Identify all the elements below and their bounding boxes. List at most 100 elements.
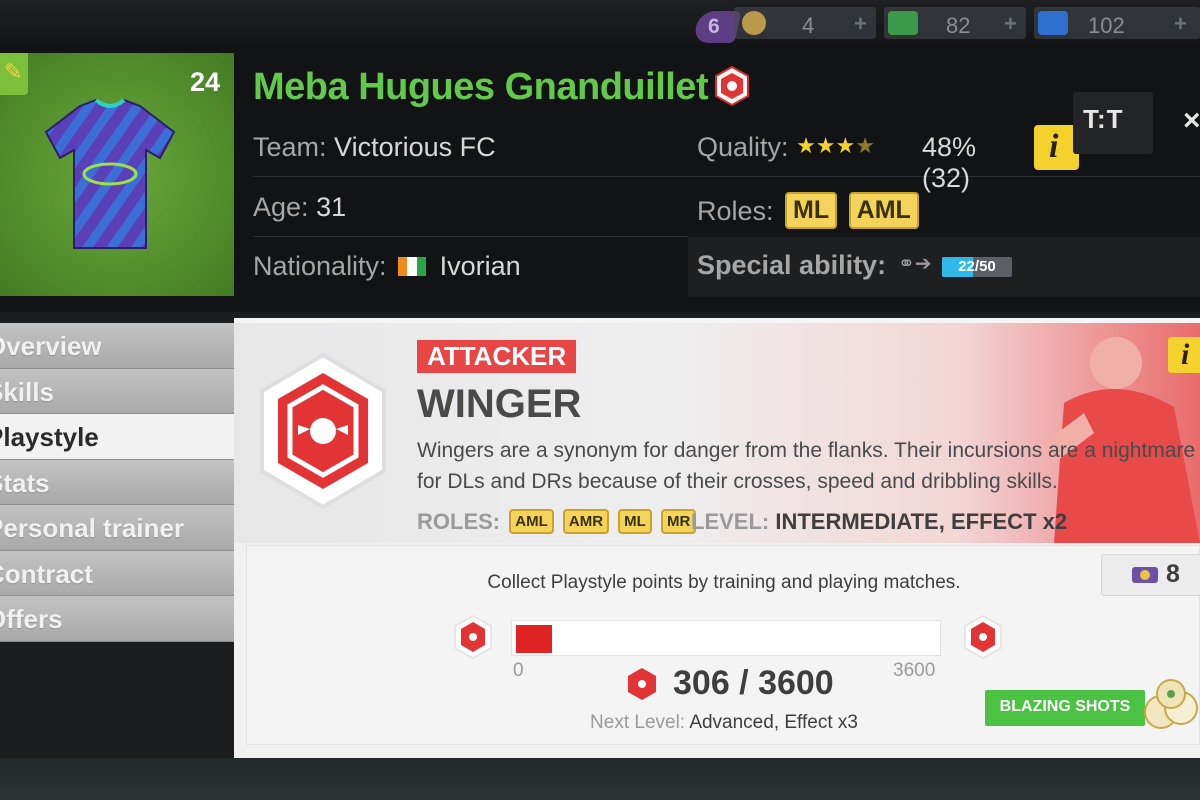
quality-stars-icon: ★★★★ [796, 133, 875, 158]
playstyle-roles: ROLES: AML AMR ML MR [417, 509, 697, 535]
special-ability-row[interactable]: Special ability: ⚭➔ 22/50 [688, 237, 1200, 297]
playstyle-progress-fill [516, 625, 552, 653]
role-chip: ML [785, 192, 838, 229]
age-value: 31 [316, 192, 347, 222]
training-value: 4 [802, 13, 815, 38]
shirt-number: 24 [190, 67, 221, 97]
stopwatch-icon [888, 11, 918, 35]
role-chip: AML [509, 509, 554, 534]
sidebar-item-label: Offers [0, 604, 63, 634]
info-icon: i [1049, 128, 1059, 165]
sidebar-item-label: Contract [0, 558, 93, 589]
role-chip: ML [618, 509, 652, 534]
pencil-icon: ✎ [4, 59, 23, 84]
edit-button[interactable]: ✎ [0, 53, 28, 95]
level-value: INTERMEDIATE, EFFECT x2 [775, 509, 1068, 534]
special-progress-text: 22/50 [958, 258, 996, 275]
progress-max: 3600 [893, 660, 936, 681]
info-icon: i [1181, 338, 1190, 371]
winger-playstyle-icon [715, 66, 749, 106]
sidebar-item-skills[interactable]: Skills [0, 368, 234, 414]
playstyle-progress-panel: Collect Playstyle points by training and… [246, 545, 1200, 745]
sidebar-item-playstyle[interactable]: Playstyle [0, 414, 234, 460]
playstyle-info-button[interactable]: i [1168, 337, 1200, 373]
team-label: Team: [253, 132, 327, 162]
sidebar-item-offers[interactable]: Offers [0, 596, 234, 642]
player-header: ✎ 24 Meba Hugues Gnanduillet Team: Victo… [0, 44, 1200, 312]
playstyle-level: LEVEL: INTERMEDIATE, EFFECT x2 [691, 509, 1067, 535]
sidebar-item-label: Overview [0, 331, 102, 361]
team-name[interactable]: Victorious FC [334, 132, 496, 162]
blazing-shots-label: BLAZING SHOTS [999, 698, 1131, 715]
sidebar-item-label: Playstyle [0, 422, 99, 452]
role-chip: AMR [562, 509, 610, 534]
current-level-icon [454, 614, 492, 660]
quality-label: Quality: [697, 132, 789, 162]
roles-row: Roles: ML AML [697, 192, 919, 229]
level-label: LEVEL: [691, 509, 770, 534]
special-ability-label: Special ability: [697, 250, 887, 280]
player-sidebar: Overview Skills Playstyle Stats Personal… [0, 323, 234, 642]
special-ability-icon: ⚭➔ [898, 253, 932, 275]
energy-resource[interactable]: 102 + [1034, 7, 1200, 39]
badge-count: 6 [708, 15, 720, 38]
roles-label: Roles: [697, 196, 774, 226]
playstyle-category: ATTACKER [417, 340, 577, 373]
roles-label: ROLES: [417, 509, 501, 534]
divider [253, 176, 1200, 177]
close-button[interactable]: × [1183, 104, 1200, 138]
add-stopwatch-button[interactable]: + [1004, 11, 1017, 37]
ivory-coast-flag-icon [398, 252, 427, 276]
playstyle-points-counter[interactable]: 8 [1101, 554, 1200, 596]
sidebar-item-label: Skills [0, 376, 54, 407]
special-ability-progress: 22/50 [942, 257, 1012, 277]
nationality-row: Nationality: Ivorian [253, 251, 521, 282]
age-label: Age: [253, 192, 309, 222]
playstyle-points-count: 8 [1166, 560, 1180, 588]
sidebar-item-stats[interactable]: Stats [0, 459, 234, 505]
jersey-icon [44, 98, 176, 249]
playstyle-points: 306 / 3600 [673, 664, 834, 702]
kit-icon: T:T [1083, 104, 1124, 134]
training-resource[interactable]: 4 + [734, 7, 876, 39]
sidebar-item-label: Personal trainer [0, 513, 184, 543]
role-chip: AML [848, 192, 919, 229]
kit-button[interactable]: T:T [1073, 92, 1153, 154]
divider [253, 236, 688, 237]
sidebar-item-label: Stats [0, 467, 50, 498]
training-coin-icon [742, 11, 766, 35]
player-name: Meba Hugues Gnanduillet [253, 66, 709, 108]
golden-balls-icon[interactable] [1139, 672, 1200, 736]
next-level-label: Next Level: [590, 712, 686, 733]
playstyle-description: Wingers are a synonym for danger from th… [417, 439, 1196, 493]
winger-playstyle-icon [260, 352, 386, 510]
playstyle-panel: ATTACKER WINGER Wingers are a synonym fo… [234, 318, 1200, 758]
add-energy-button[interactable]: + [1174, 11, 1187, 37]
collect-hint: Collect Playstyle points by training and… [487, 572, 961, 593]
player-jersey-card: ✎ 24 [0, 53, 234, 296]
nationality-value: Ivorian [439, 251, 521, 281]
team-row: Team: Victorious FC [253, 132, 496, 163]
next-level-value: Advanced, Effect x3 [689, 712, 858, 733]
sidebar-item-contract[interactable]: Contract [0, 550, 234, 596]
next-level-icon [964, 614, 1002, 660]
stopwatch-resource[interactable]: 82 + [884, 7, 1026, 39]
progress-min: 0 [513, 660, 524, 681]
nationality-label: Nationality: [253, 251, 387, 281]
quality-row: Quality: ★★★★ 48% (32) [697, 132, 976, 193]
blazing-shots-button[interactable]: BLAZING SHOTS [985, 690, 1145, 726]
playstyle-name: WINGER [417, 382, 582, 426]
bottom-bar [0, 758, 1200, 800]
add-training-button[interactable]: + [854, 11, 867, 37]
energy-icon [1038, 11, 1068, 35]
sidebar-item-overview[interactable]: Overview [0, 323, 234, 369]
playstyle-hero: ATTACKER WINGER Wingers are a synonym fo… [234, 323, 1200, 543]
energy-value: 102 [1088, 13, 1125, 38]
playstyle-progress-bar [511, 620, 941, 656]
resource-bar: 6 4 + 82 + 102 + [0, 0, 1200, 44]
playstyle-points-icon [628, 668, 656, 700]
age-row: Age: 31 [253, 192, 346, 223]
sidebar-item-personal-trainer[interactable]: Personal trainer [0, 505, 234, 551]
playstyle-card-icon [1132, 567, 1158, 583]
quality-value: 48% (32) [922, 132, 977, 193]
